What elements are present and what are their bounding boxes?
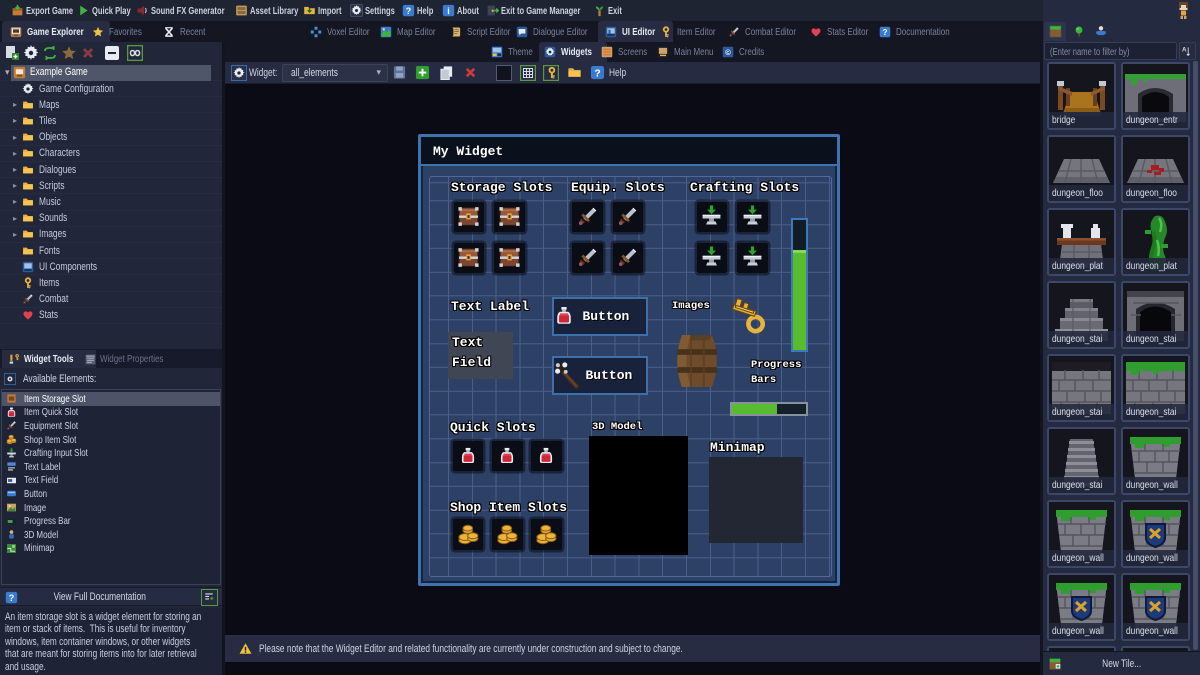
svg-text:?: ? (406, 6, 411, 16)
svg-text:©: © (725, 48, 731, 57)
svg-text:i: i (447, 6, 449, 16)
svg-text:A: A (1182, 47, 1187, 54)
